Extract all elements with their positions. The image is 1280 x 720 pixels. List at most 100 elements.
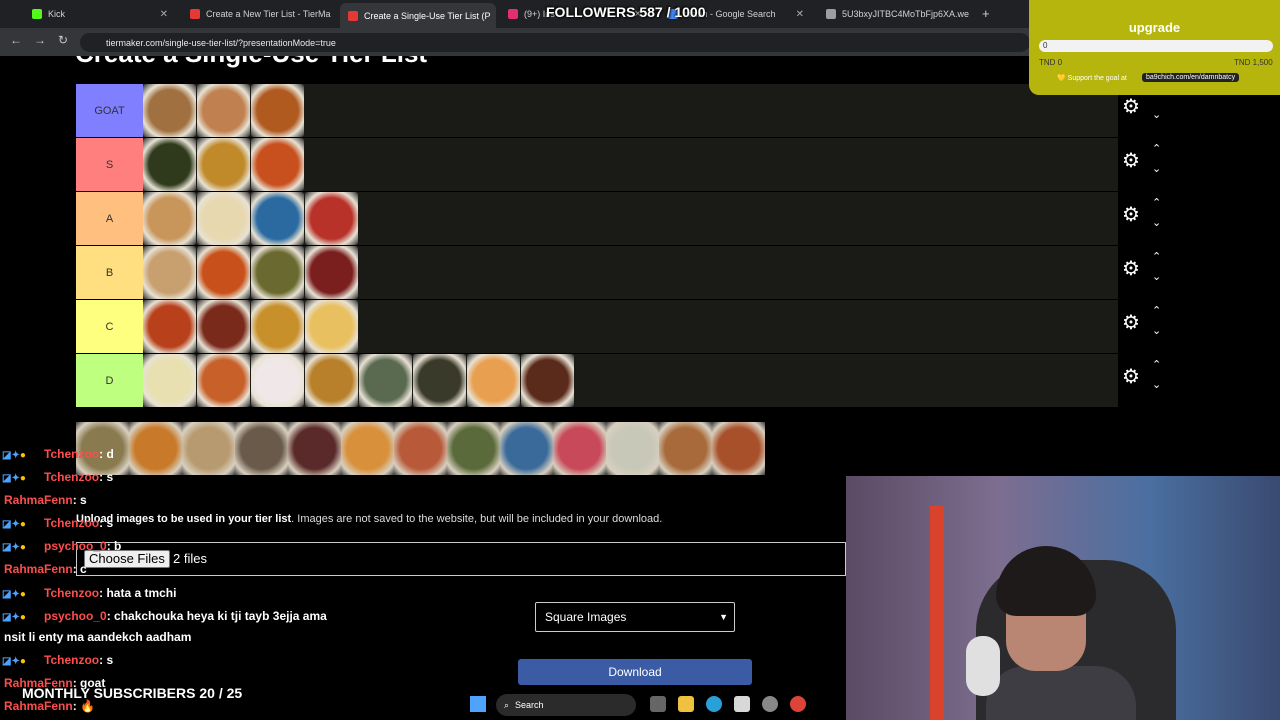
- pool-image[interactable]: [182, 422, 235, 475]
- chevron-up-icon[interactable]: ⌃: [1152, 304, 1161, 317]
- tier-label[interactable]: S: [76, 138, 143, 191]
- tier-image[interactable]: [197, 354, 250, 407]
- tier-label[interactable]: C: [76, 300, 143, 353]
- tier-image[interactable]: [359, 354, 412, 407]
- chevron-down-icon[interactable]: ⌄: [1152, 378, 1161, 391]
- tier-image[interactable]: [251, 354, 304, 407]
- tier-image[interactable]: [251, 246, 304, 299]
- tier-image[interactable]: [197, 138, 250, 191]
- tier-items: [143, 246, 359, 299]
- pool-image[interactable]: [129, 422, 182, 475]
- pool-image[interactable]: [341, 422, 394, 475]
- tier-image[interactable]: [251, 300, 304, 353]
- gear-icon[interactable]: ⚙: [1122, 205, 1142, 225]
- pool-image[interactable]: [553, 422, 606, 475]
- pool-image[interactable]: [447, 422, 500, 475]
- tier-image[interactable]: [143, 300, 196, 353]
- tier-image[interactable]: [143, 138, 196, 191]
- chevron-up-icon[interactable]: ⌃: [1152, 250, 1161, 263]
- forward-button[interactable]: →: [32, 33, 48, 47]
- tier-image[interactable]: [413, 354, 466, 407]
- tier-label[interactable]: B: [76, 246, 143, 299]
- chevron-up-icon[interactable]: ⌃: [1152, 358, 1161, 371]
- chat-text: : hata a tmchi: [99, 586, 177, 600]
- settings-icon[interactable]: [762, 696, 778, 712]
- taskbar-search[interactable]: ⌕ Search: [496, 694, 636, 716]
- gear-icon[interactable]: ⚙: [1122, 313, 1142, 333]
- tier-image[interactable]: [251, 192, 304, 245]
- gear-icon[interactable]: ⚙: [1122, 97, 1142, 117]
- pool-image[interactable]: [235, 422, 288, 475]
- chevron-down-icon[interactable]: ⌄: [1152, 108, 1161, 121]
- pool-image[interactable]: [288, 422, 341, 475]
- tier-image[interactable]: [197, 192, 250, 245]
- browser-tab[interactable]: Kick ✕: [24, 4, 176, 24]
- microphone: [966, 636, 1000, 696]
- windows-start-icon[interactable]: [470, 696, 486, 712]
- chrome-icon[interactable]: [790, 696, 806, 712]
- tier-image[interactable]: [251, 84, 304, 137]
- tier-image[interactable]: [143, 246, 196, 299]
- tier-image[interactable]: [305, 354, 358, 407]
- tier-image[interactable]: [305, 300, 358, 353]
- tab-favicon-icon: [826, 9, 836, 19]
- new-tab-button[interactable]: +: [982, 6, 990, 21]
- subscribers-counter: MONTHLY SUBSCRIBERS 20 / 25: [22, 685, 243, 701]
- tier-label[interactable]: A: [76, 192, 143, 245]
- tier-image[interactable]: [251, 138, 304, 191]
- chevron-down-icon[interactable]: ⌄: [1152, 270, 1161, 283]
- pool-image[interactable]: [500, 422, 553, 475]
- pool-image[interactable]: [394, 422, 447, 475]
- tab-favicon-icon: [348, 10, 358, 21]
- pool-image[interactable]: [659, 422, 712, 475]
- pool-image[interactable]: [712, 422, 765, 475]
- edge-icon[interactable]: [706, 696, 722, 712]
- tier-image[interactable]: [143, 354, 196, 407]
- chat-badges-icon: ◪✦●: [2, 450, 26, 461]
- url-field[interactable]: tiermaker.com/single-use-tier-list/?pres…: [80, 33, 1030, 52]
- browser-tab[interactable]: Create a Single-Use Tier List (P✕: [340, 3, 496, 28]
- tier-image[interactable]: [143, 192, 196, 245]
- image-mode-select[interactable]: Square Images ▼: [535, 602, 735, 632]
- tier-image[interactable]: [521, 354, 574, 407]
- back-button[interactable]: ←: [8, 33, 24, 47]
- tier-image[interactable]: [197, 246, 250, 299]
- chevron-down-icon[interactable]: ⌄: [1152, 324, 1161, 337]
- tier-image[interactable]: [305, 192, 358, 245]
- tier-image[interactable]: [197, 84, 250, 137]
- chat-text: : chakchouka heya ki tji tayb 3ejja ama: [106, 609, 327, 623]
- close-icon[interactable]: ✕: [160, 9, 168, 20]
- tab-label: 5U3bxyJITBC4MoTbFjp6XA.we: [842, 9, 970, 19]
- store-icon[interactable]: [734, 696, 750, 712]
- chevron-up-icon[interactable]: ⌃: [1152, 142, 1161, 155]
- reload-button[interactable]: ↻: [55, 33, 71, 47]
- chevron-down-icon[interactable]: ⌄: [1152, 216, 1161, 229]
- browser-tab[interactable]: Create a New Tier List - TierMa✕: [182, 4, 334, 24]
- tier-image[interactable]: [467, 354, 520, 407]
- tier-controls: ⚙ ⌃ ⌄: [1118, 138, 1178, 192]
- gear-icon[interactable]: ⚙: [1122, 151, 1142, 171]
- chevron-down-icon[interactable]: ⌄: [1152, 162, 1161, 175]
- goal-value: 0: [1043, 41, 1048, 50]
- tier-controls: ⚙ ⌃ ⌄: [1118, 246, 1178, 300]
- tier-label[interactable]: D: [76, 354, 143, 407]
- tier-image[interactable]: [143, 84, 196, 137]
- task-view-icon[interactable]: [650, 696, 666, 712]
- close-icon[interactable]: ✕: [796, 9, 804, 20]
- pool-image[interactable]: [606, 422, 659, 475]
- browser-tab[interactable]: 5U3bxyJITBC4MoTbFjp6XA.we✕: [818, 4, 974, 24]
- tier-label[interactable]: GOAT: [76, 84, 143, 137]
- chevron-up-icon[interactable]: ⌃: [1152, 196, 1161, 209]
- chat-message: ◪✦● Tchenzoo: d: [2, 447, 114, 461]
- gear-icon[interactable]: ⚙: [1122, 367, 1142, 387]
- gear-icon[interactable]: ⚙: [1122, 259, 1142, 279]
- download-button[interactable]: Download: [518, 659, 752, 685]
- chat-text: : s: [99, 516, 114, 530]
- chat-text: : s: [99, 470, 114, 484]
- tab-favicon-icon: [190, 9, 200, 19]
- tier-image[interactable]: [305, 246, 358, 299]
- chat-username: RahmaFenn: [4, 493, 73, 507]
- tier-image[interactable]: [197, 300, 250, 353]
- tier-row: S: [76, 138, 1118, 192]
- file-explorer-icon[interactable]: [678, 696, 694, 712]
